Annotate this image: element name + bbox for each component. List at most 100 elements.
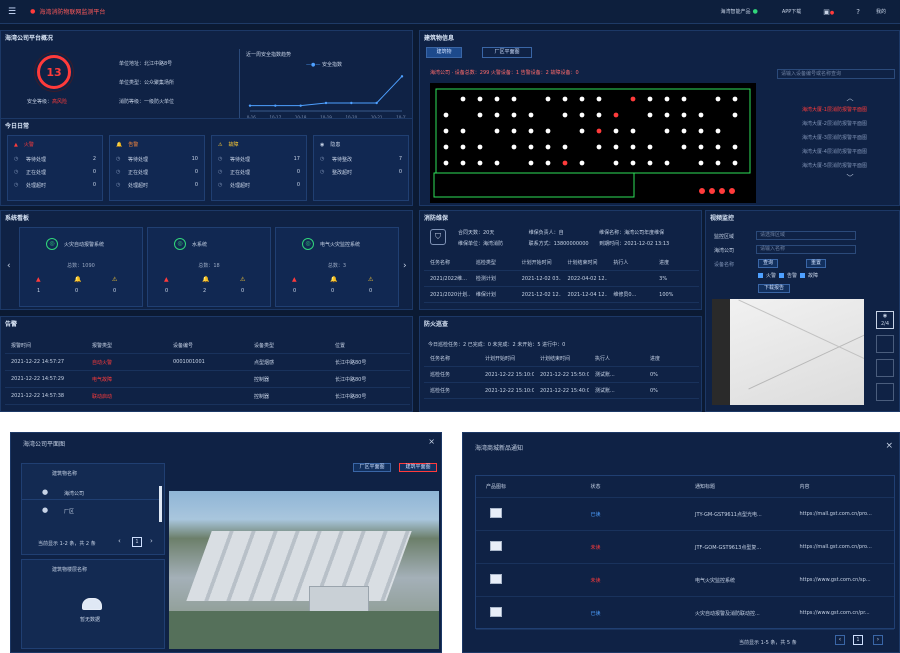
notice-title[interactable]: JTY-GM-GST9611点型光电... bbox=[685, 511, 790, 518]
camera-icon-2[interactable] bbox=[876, 335, 894, 353]
shield-icon: ⛉ bbox=[430, 229, 446, 245]
video-feed[interactable] bbox=[712, 299, 864, 405]
alarm-table: 报警时间 报警类型 设备编号 设备类型 位置 2021-12-22 14:57:27 自动火… bbox=[5, 337, 410, 405]
column-header: 产品图标 bbox=[486, 484, 507, 490]
empty-box-icon bbox=[82, 598, 102, 610]
today-card[interactable]: ▲ 火警 ◷ 等待处理 2 ◷ 正在处理 0 ◷ 处理超时 0 bbox=[7, 135, 103, 201]
table-row[interactable]: 已读 JTY-GM-GST9611点型光电... https://mall.gst.… bbox=[476, 498, 894, 531]
device-marker bbox=[545, 96, 551, 102]
tab-plan[interactable]: 厂区平面图 bbox=[482, 47, 532, 58]
floor-plan-map[interactable] bbox=[430, 83, 756, 203]
floor-item-3[interactable]: 海湾大厦-3层消防报警平面图 bbox=[802, 134, 898, 141]
notice-title[interactable]: 火灾自动报警及消防联动控... bbox=[685, 610, 790, 617]
table-row[interactable]: 2021/2020计划... 维保计划 2021-12-02 12... 2021-1… bbox=[424, 287, 699, 303]
table-row[interactable]: 2021-12-22 14:57:27 自动火警 0001001001 点型烟感 长江中… bbox=[5, 354, 410, 371]
notice-link[interactable]: https://www.gst.com.cn/pr... bbox=[790, 610, 895, 616]
building-plan-button[interactable]: 建筑平面图 bbox=[399, 463, 437, 472]
category-icon: ◉ bbox=[320, 142, 325, 148]
building-item-1[interactable]: ● 海湾公司 bbox=[22, 486, 160, 500]
close-icon[interactable]: × bbox=[885, 441, 893, 451]
notice-title[interactable]: 电气火灾监控系统 bbox=[685, 577, 790, 584]
column-header: 内容 bbox=[799, 484, 810, 490]
products-link[interactable]: 海湾智能产品 bbox=[721, 8, 751, 15]
table-row[interactable]: 未读 JTF-GOM-GST9613点型复... https://mall.gst.… bbox=[476, 531, 894, 564]
inspection-table: 任务名称 计划开始时间 计划结束时间 执行人 进度 巡检任务 2021-12-22 15:1… bbox=[424, 351, 699, 399]
system-card[interactable]: ◎ 火灾自动报警系统 总数：1090 ▲ 1 🔔 0 ⚠ 0 bbox=[19, 227, 143, 307]
product-thumbnail-cell bbox=[476, 574, 581, 586]
user-menu[interactable]: 我的 bbox=[876, 8, 886, 15]
safety-level: 高风险 bbox=[52, 99, 68, 105]
table-row[interactable]: 巡检任务 2021-12-22 15:10:00 2021-12-22 15:50:… bbox=[424, 367, 699, 383]
close-icon[interactable]: × bbox=[428, 437, 435, 446]
notice-link[interactable]: https://mall.gst.com.cn/pro... bbox=[790, 511, 895, 517]
next-page-button[interactable]: › bbox=[150, 537, 153, 545]
device-marker bbox=[528, 128, 534, 134]
company-label: 海湾公司 bbox=[714, 248, 735, 254]
notice-link[interactable]: https://www.gst.com.cn/sp... bbox=[790, 577, 895, 583]
checkbox-fire[interactable] bbox=[758, 273, 763, 278]
table-cell: 巡检任务 bbox=[430, 372, 451, 378]
table-row[interactable]: 未读 电气火灾监控系统 https://www.gst.com.cn/sp... bbox=[476, 564, 894, 597]
device-marker bbox=[681, 144, 687, 150]
system-card[interactable]: ◎ 水系统 总数：18 ▲ 0 🔔 2 ⚠ 0 bbox=[147, 227, 271, 307]
scrollbar[interactable] bbox=[159, 486, 162, 522]
system-total: 总数：18 bbox=[198, 263, 220, 269]
building-item-2[interactable]: ● 厂区 bbox=[22, 504, 160, 518]
chevron-down-icon[interactable]: ﹀ bbox=[802, 173, 898, 183]
system-status-icon: ▲ bbox=[36, 276, 41, 283]
today-card[interactable]: ⚠ 故障 ◷ 等待处理 17 ◷ 正在处理 0 ◷ 处理超时 0 bbox=[211, 135, 307, 201]
table-row[interactable]: 2021-12-22 14:57:29 电气故障 控制器 长江中路80号 bbox=[5, 371, 410, 388]
floor-item-5[interactable]: 海湾大厦-5层消防报警平面图 bbox=[802, 162, 898, 169]
device-marker bbox=[630, 160, 636, 166]
checkbox-alarm[interactable] bbox=[779, 273, 785, 278]
floor-item-2[interactable]: 海湾大厦-2层消防报警平面图 bbox=[802, 120, 898, 127]
column-header: 位置 bbox=[335, 342, 346, 349]
floor-search-input[interactable]: 请输入设备编号或名称查询 bbox=[777, 69, 895, 79]
notice-title[interactable]: JTF-GOM-GST9613点型复... bbox=[685, 544, 790, 551]
tab-building[interactable]: 建筑物 bbox=[426, 47, 462, 58]
app-download-link[interactable]: APP下载 bbox=[782, 8, 801, 15]
plant-aerial-view[interactable] bbox=[169, 491, 439, 649]
next-page-button[interactable]: › bbox=[873, 635, 883, 645]
menu-icon[interactable]: ☰ bbox=[8, 7, 16, 17]
current-page-button[interactable]: 1 bbox=[853, 635, 863, 645]
chevron-up-icon[interactable]: ︿ bbox=[802, 93, 898, 103]
floor-name-header: 建筑物楼层名称 bbox=[52, 567, 88, 573]
reset-button[interactable]: 重置 bbox=[806, 259, 826, 268]
chevron-right-icon[interactable]: › bbox=[403, 261, 407, 271]
system-icon: ◎ bbox=[46, 238, 58, 250]
table-row[interactable]: 已读 火灾自动报警及消防联动控... https://www.gst.com.cn/… bbox=[476, 597, 894, 630]
plant-plan-button[interactable]: 厂区平面图 bbox=[353, 463, 391, 472]
name-input[interactable]: 请输入名称 bbox=[756, 245, 856, 254]
current-page-button[interactable]: 1 bbox=[132, 537, 142, 547]
notice-link[interactable]: https://mall.gst.com.cn/pro... bbox=[790, 544, 895, 550]
camera-icon-4[interactable] bbox=[876, 383, 894, 401]
table-cell: 测试账... bbox=[595, 388, 615, 394]
device-marker bbox=[528, 144, 534, 150]
message-icon[interactable]: ▣● bbox=[823, 8, 834, 16]
camera-icon-3[interactable] bbox=[876, 359, 894, 377]
floor-item-4[interactable]: 海湾大厦-4层消防报警平面图 bbox=[802, 148, 898, 155]
table-row[interactable]: 2021-12-22 14:57:38 联动启动 控制器 长江中路80号 bbox=[5, 388, 410, 405]
query-button[interactable]: 查询 bbox=[758, 259, 778, 268]
checkbox-fault[interactable] bbox=[800, 273, 806, 278]
chevron-left-icon[interactable]: ‹ bbox=[7, 261, 11, 271]
camera-icon[interactable]: ◉ 2/4 bbox=[876, 311, 894, 329]
table-row[interactable]: 2021/2022维... 检测计划 2021-12-02 03... 2022-04… bbox=[424, 271, 699, 287]
prev-page-button[interactable]: ‹ bbox=[835, 635, 845, 645]
area-select[interactable]: 请选择区域 bbox=[756, 231, 856, 240]
help-icon[interactable]: ? bbox=[856, 8, 860, 16]
fire-level: 消防等级：一级防火单位 bbox=[119, 99, 175, 105]
table-row[interactable]: 巡检任务 2021-12-22 15:10:00 2021-12-22 15:40:… bbox=[424, 383, 699, 399]
floor-item-1[interactable]: 海湾大厦-1层消防报警平面图 bbox=[802, 106, 898, 113]
today-card[interactable]: ◉ 隐患 ◷ 等待整改 7 ◷ 整改超时 0 bbox=[313, 135, 409, 201]
today-card[interactable]: 🔔 告警 ◷ 等待处理 10 ◷ 正在处理 0 ◷ 处理超时 0 bbox=[109, 135, 205, 201]
status-icon: ◷ bbox=[14, 156, 19, 162]
prev-page-button[interactable]: ‹ bbox=[118, 537, 121, 545]
device-marker bbox=[596, 128, 602, 134]
status-badge: 未读 bbox=[590, 577, 601, 584]
column-header: 通知标题 bbox=[695, 484, 716, 490]
system-card[interactable]: ◎ 电气火灾监控系统 总数：3 ▲ 0 🔔 0 ⚠ 0 bbox=[275, 227, 399, 307]
plan-modal: 海湾公司平面图 × 建筑物名称 ● 海湾公司 ● 厂区 当前显示 1-2 条，共 2… bbox=[10, 432, 442, 653]
download-report-button[interactable]: 下载报告 bbox=[758, 284, 790, 293]
